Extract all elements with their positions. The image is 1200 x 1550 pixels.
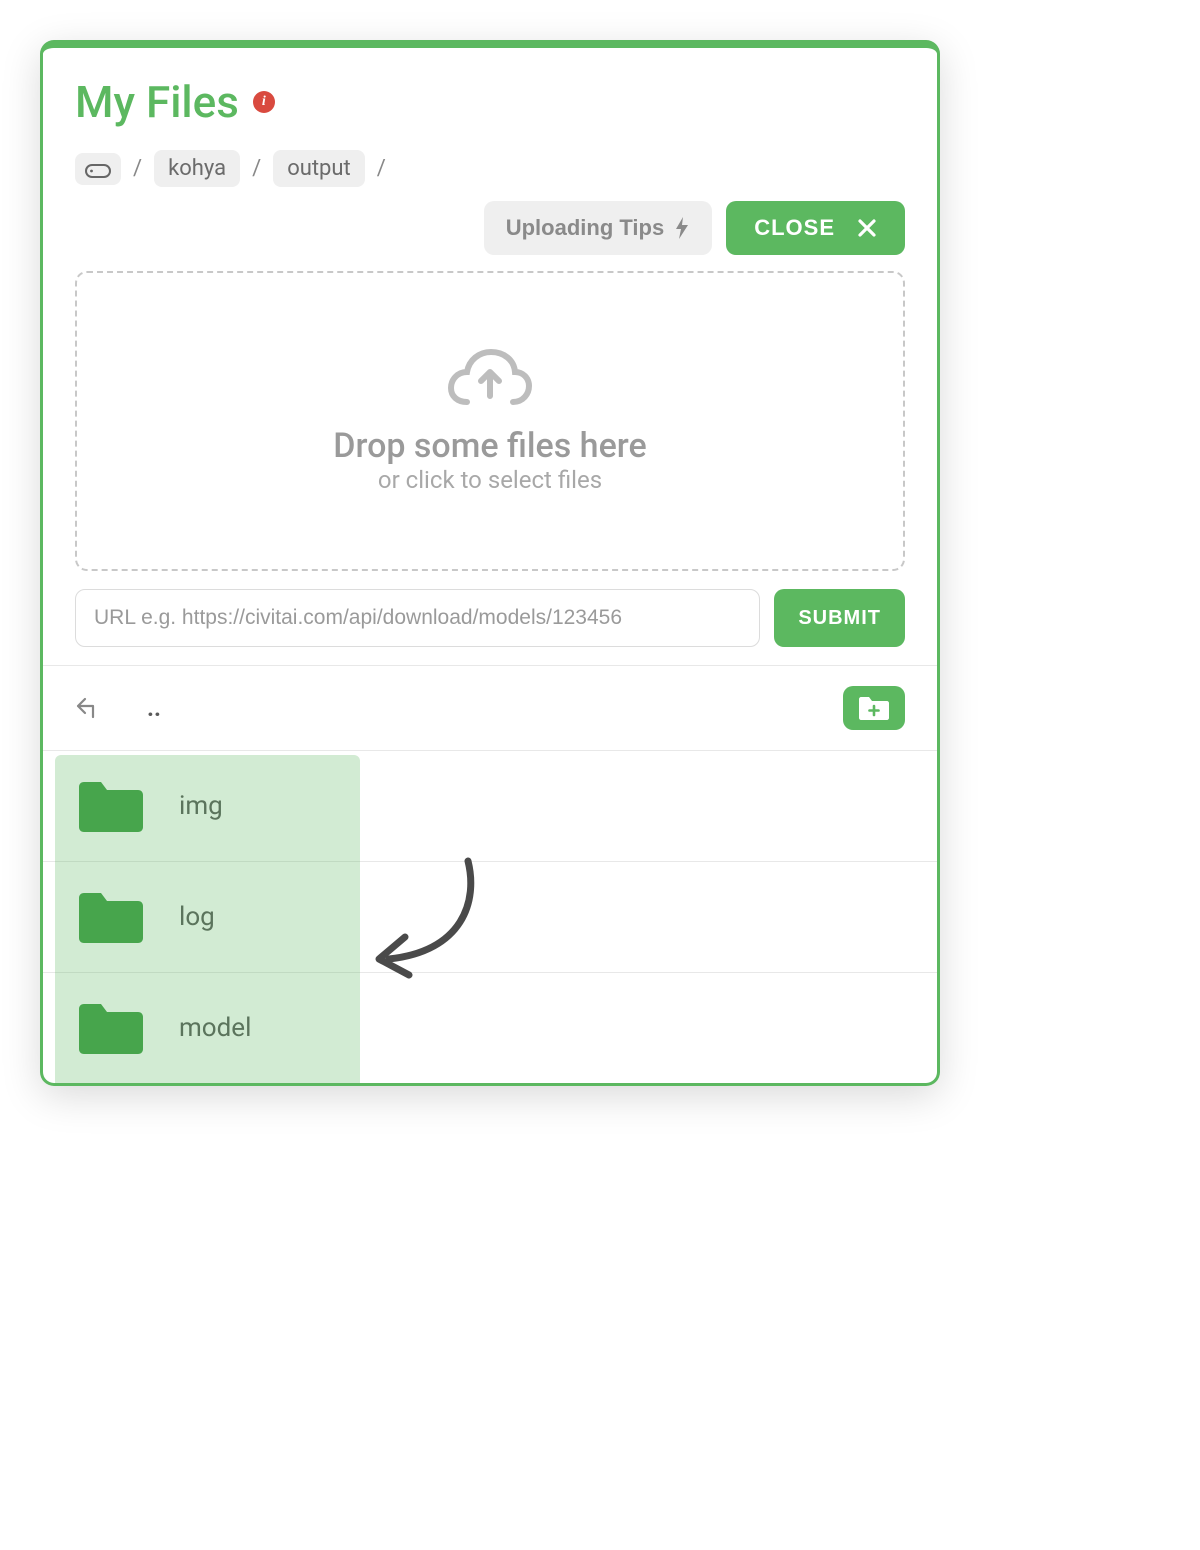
dropzone-subtitle: or click to select files — [378, 466, 602, 494]
info-icon[interactable]: i — [253, 91, 275, 113]
folder-row-log[interactable]: log — [43, 862, 937, 973]
uploading-tips-button[interactable]: Uploading Tips — [484, 201, 712, 255]
folder-row-img[interactable]: img — [43, 751, 937, 862]
url-input[interactable] — [75, 589, 760, 647]
breadcrumb-separator: / — [133, 156, 142, 181]
breadcrumb-item-kohya[interactable]: kohya — [154, 150, 240, 187]
folder-plus-icon — [857, 694, 891, 722]
folder-icon — [75, 888, 147, 946]
cloud-upload-icon — [447, 348, 533, 418]
folder-icon — [75, 777, 147, 835]
breadcrumb: / kohya / output / — [75, 150, 905, 187]
folder-row-model[interactable]: model — [43, 973, 937, 1083]
close-icon — [857, 218, 877, 238]
file-list: img log model — [43, 751, 937, 1083]
file-browser-panel: My Files i / kohya / output / Uploading … — [40, 40, 940, 1086]
close-label: CLOSE — [754, 215, 835, 241]
nav-row: .. — [43, 665, 937, 751]
breadcrumb-separator: / — [377, 156, 386, 181]
close-button[interactable]: CLOSE — [726, 201, 905, 255]
dropzone-title: Drop some files here — [333, 426, 646, 466]
drive-icon — [85, 159, 111, 179]
breadcrumb-home[interactable] — [75, 153, 121, 185]
folder-name: img — [179, 791, 223, 821]
up-directory-link[interactable]: .. — [147, 694, 161, 722]
submit-button[interactable]: SUBMIT — [774, 589, 905, 647]
breadcrumb-separator: / — [252, 156, 261, 181]
folder-icon — [75, 999, 147, 1057]
folder-name: model — [179, 1013, 251, 1043]
breadcrumb-item-output[interactable]: output — [273, 150, 365, 187]
file-dropzone[interactable]: Drop some files here or click to select … — [75, 271, 905, 571]
uploading-tips-label: Uploading Tips — [506, 215, 664, 241]
lightning-icon — [674, 217, 690, 239]
back-icon[interactable] — [75, 695, 101, 721]
new-folder-button[interactable] — [843, 686, 905, 730]
page-title: My Files — [75, 76, 239, 128]
folder-name: log — [179, 902, 215, 932]
